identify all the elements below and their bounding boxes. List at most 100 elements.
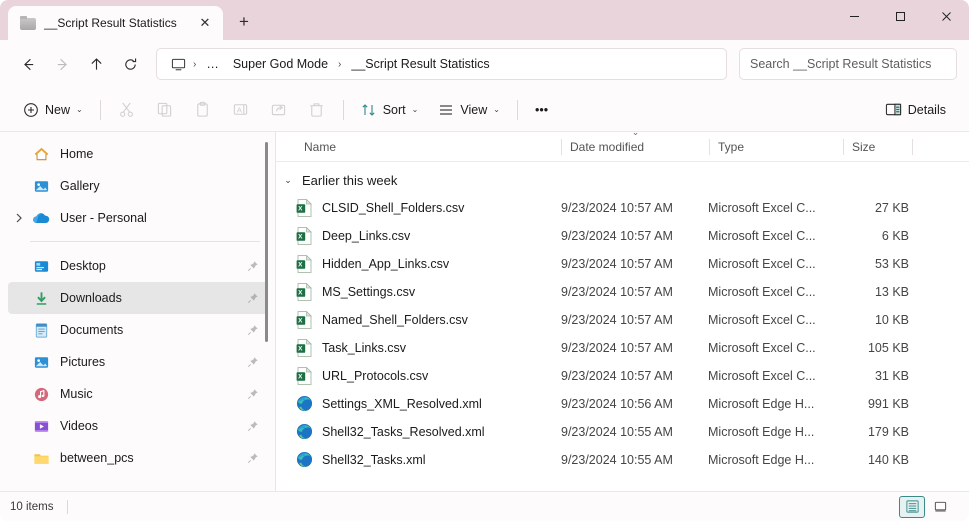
pin-icon[interactable] (246, 355, 260, 369)
chevron-right-icon[interactable] (8, 213, 30, 223)
breadcrumb-item-current-folder[interactable]: __Script Result Statistics (345, 54, 495, 74)
minimize-button[interactable] (831, 0, 877, 32)
file-type-cell: Microsoft Edge H... (708, 425, 815, 439)
sidebar-item-music[interactable]: Music (8, 378, 268, 410)
file-name-label: URL_Protocols.csv (322, 369, 429, 383)
sidebar-item-pictures[interactable]: Pictures (8, 346, 268, 378)
sidebar-item-user-personal[interactable]: User - Personal (8, 202, 268, 234)
sidebar-item-label: Music (60, 387, 93, 401)
explorer-body: Home Gallery User - Personal Desktop Dow… (0, 127, 969, 491)
up-button[interactable] (80, 48, 112, 80)
column-header-type[interactable]: Type (710, 134, 843, 160)
this-pc-monitor-icon[interactable] (167, 53, 189, 75)
file-type-cell: Microsoft Excel C... (708, 341, 816, 355)
sidebar-item-between-pcs[interactable]: between_pcs (8, 442, 268, 474)
pin-icon[interactable] (246, 451, 260, 465)
toolbar-divider (99, 99, 101, 120)
toolbar-divider-2 (342, 99, 344, 120)
pin-icon[interactable] (246, 291, 260, 305)
svg-text:X: X (298, 346, 303, 353)
svg-text:X: X (298, 374, 303, 381)
file-size-cell: 53 KB (874, 257, 909, 271)
file-name-label: Shell32_Tasks_Resolved.xml (322, 425, 485, 439)
group-header-earlier-this-week[interactable]: ⌄ Earlier this week (276, 166, 969, 194)
breadcrumb-overflow[interactable]: … (200, 54, 225, 74)
table-row[interactable]: X CLSID_Shell_Folders.csv 9/23/2024 10:57 … (276, 194, 969, 222)
edge-icon (296, 423, 313, 440)
search-input[interactable] (750, 57, 946, 71)
table-row[interactable]: Shell32_Tasks.xml 9/23/2024 10:55 AM Micro… (276, 446, 969, 474)
file-name-cell: X URL_Protocols.csv (296, 366, 561, 385)
svg-text:X: X (298, 290, 303, 297)
forward-button (46, 48, 78, 80)
large-icons-view-button[interactable] (927, 496, 953, 518)
pin-icon[interactable] (246, 259, 260, 273)
table-row[interactable]: X Deep_Links.csv 9/23/2024 10:57 AM Microso… (276, 222, 969, 250)
file-name-cell: X MS_Settings.csv (296, 282, 561, 301)
file-list-pane: Name ⌄ Date modified Type Size ⌄ Earlier… (276, 127, 969, 491)
sidebar-item-downloads[interactable]: Downloads (8, 282, 268, 314)
excel-csv-icon: X (296, 198, 312, 217)
documents-icon (30, 321, 52, 339)
column-headers: Name ⌄ Date modified Type Size (276, 127, 969, 162)
details-view-button[interactable] (899, 495, 925, 518)
sidebar-item-home[interactable]: Home (8, 138, 268, 170)
close-tab-icon[interactable]: ✕ (193, 11, 217, 35)
column-divider[interactable] (912, 138, 913, 155)
pin-icon[interactable] (246, 387, 260, 401)
pin-icon[interactable] (246, 323, 260, 337)
refresh-button[interactable] (114, 48, 146, 80)
breadcrumb-item-super-god-mode[interactable]: Super God Mode (227, 54, 334, 74)
status-bar: 10 items (0, 491, 969, 521)
table-row[interactable]: Shell32_Tasks_Resolved.xml 9/23/2024 10:5… (276, 418, 969, 446)
chevron-down-icon: ⌄ (493, 105, 500, 114)
music-icon (30, 385, 52, 403)
sidebar-item-desktop[interactable]: Desktop (8, 250, 268, 282)
chevron-down-icon[interactable]: ⌄ (282, 175, 294, 186)
maximize-button[interactable] (877, 0, 923, 32)
file-name-label: Settings_XML_Resolved.xml (322, 397, 482, 411)
edge-icon (296, 451, 313, 469)
file-size-cell: 13 KB (874, 285, 909, 299)
column-header-date-modified[interactable]: ⌄ Date modified (562, 127, 709, 160)
status-divider (67, 499, 69, 514)
column-header-size[interactable]: Size (844, 134, 912, 160)
file-explorer-window: __Script Result Statistics ✕ + › … Super… (0, 0, 969, 521)
back-button[interactable] (12, 48, 44, 80)
excel-csv-icon: X (296, 282, 313, 301)
column-header-label: Size (852, 139, 876, 154)
file-type-cell: Microsoft Excel C... (708, 229, 816, 243)
more-options-button[interactable]: ••• (526, 94, 557, 126)
sidebar-item-gallery[interactable]: Gallery (8, 170, 268, 202)
close-window-button[interactable] (923, 0, 969, 32)
new-button[interactable]: New ⌄ (14, 94, 92, 126)
cut-button (109, 94, 145, 126)
table-row[interactable]: X URL_Protocols.csv 9/23/2024 10:57 AM Micr… (276, 362, 969, 390)
view-button[interactable]: View ⌄ (429, 94, 509, 126)
search-box[interactable] (739, 48, 957, 80)
table-row[interactable]: X MS_Settings.csv 9/23/2024 10:57 AM Micros… (276, 278, 969, 306)
table-row[interactable]: X Named_Shell_Folders.csv 9/23/2024 10:57 … (276, 306, 969, 334)
details-pane-icon (885, 103, 901, 116)
breadcrumb[interactable]: › … Super God Mode › __Script Result Sta… (156, 48, 727, 80)
table-row[interactable]: X Task_Links.csv 9/23/2024 10:57 AM Microso… (276, 334, 969, 362)
sidebar-item-documents[interactable]: Documents (8, 314, 268, 346)
excel-csv-icon: X (296, 310, 312, 329)
file-name-cell: Shell32_Tasks.xml (296, 451, 561, 469)
large-icons-view-icon (934, 501, 946, 512)
new-tab-button[interactable]: + (229, 7, 259, 37)
breadcrumb-separator-2: › (338, 58, 342, 70)
table-row[interactable]: X Hidden_App_Links.csv 9/23/2024 10:57 AM M… (276, 250, 969, 278)
browser-tab[interactable]: __Script Result Statistics ✕ (8, 6, 223, 40)
sidebar-scrollbar-thumb[interactable] (265, 142, 268, 342)
pictures-icon (30, 353, 52, 371)
window-controls (831, 0, 969, 32)
details-pane-button[interactable]: Details (876, 94, 955, 126)
table-row[interactable]: Settings_XML_Resolved.xml 9/23/2024 10:56… (276, 390, 969, 418)
column-header-name[interactable]: Name (296, 134, 561, 160)
address-bar: › … Super God Mode › __Script Result Sta… (0, 40, 969, 88)
sidebar-item-videos[interactable]: Videos (8, 410, 268, 442)
pin-icon[interactable] (246, 419, 260, 433)
column-header-label: Name (304, 139, 337, 154)
sort-button[interactable]: Sort ⌄ (352, 94, 428, 126)
